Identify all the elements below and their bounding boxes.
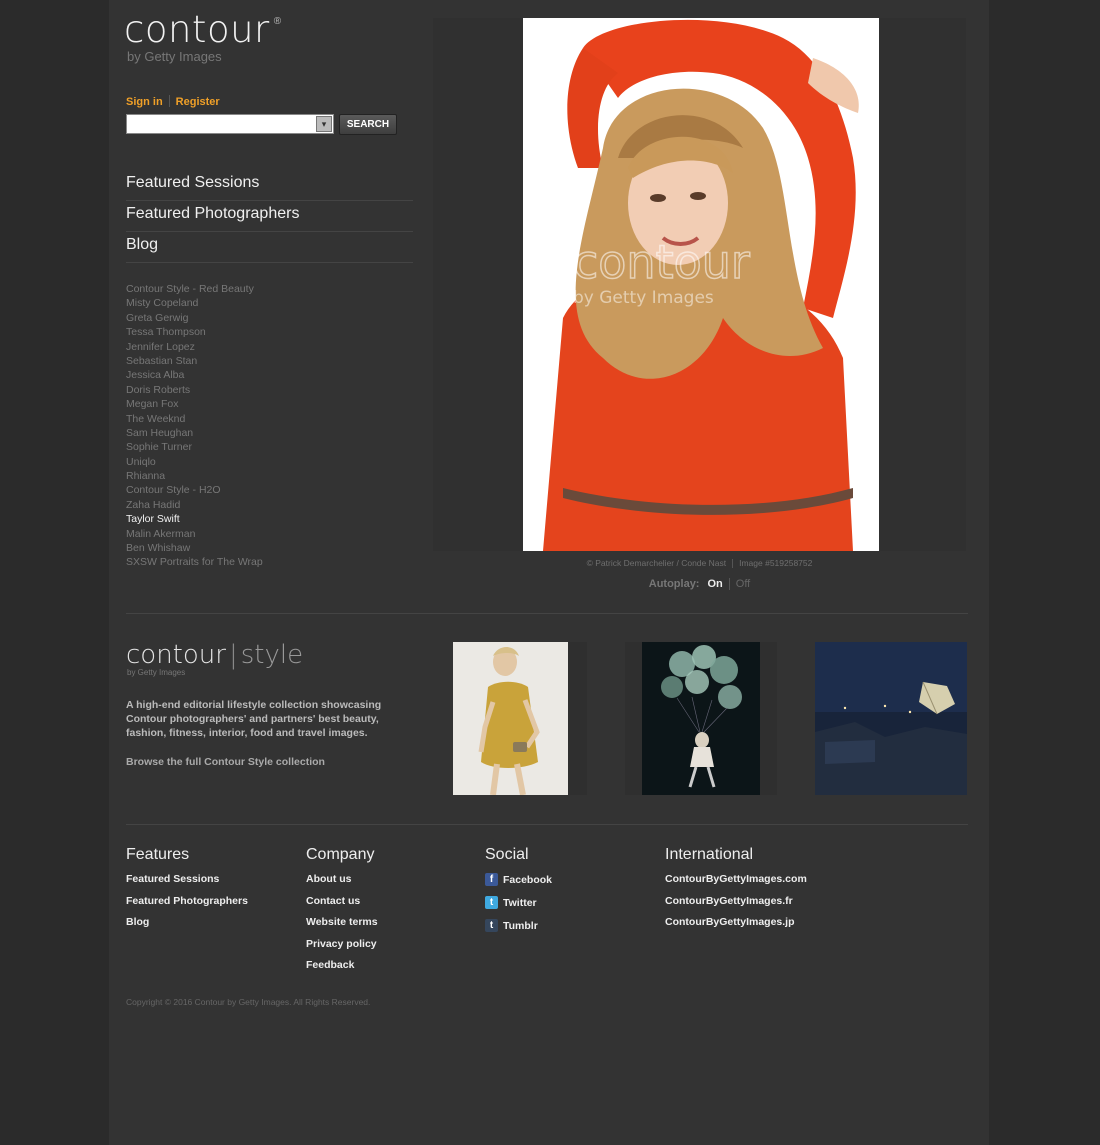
session-list-item[interactable]: Zaha Hadid (126, 498, 263, 512)
contour-style-logo[interactable]: contour | style (126, 640, 303, 670)
session-list-item[interactable]: Contour Style - H2O (126, 483, 263, 497)
tumblr-label: Tumblr (503, 919, 538, 932)
footer-link-terms[interactable]: Website terms (306, 915, 378, 937)
autoplay-off-toggle[interactable]: Off (736, 578, 750, 590)
auth-separator (168, 94, 170, 107)
session-list-item[interactable]: Sebastian Stan (126, 354, 263, 368)
hero-portrait-illustration: contour by Getty Images (523, 18, 879, 551)
hero-watermark-byline: by Getty Images (573, 288, 714, 308)
session-list-item[interactable]: Rhianna (126, 469, 263, 483)
session-list-item[interactable]: Sam Heughan (126, 426, 263, 440)
balloons-thumb-illustration (642, 642, 760, 795)
footer-link-com[interactable]: ContourByGettyImages.com (665, 872, 807, 894)
style-thumb-fashion[interactable] (453, 642, 568, 796)
credit-separator (732, 559, 734, 569)
session-list-item[interactable]: Misty Copeland (126, 296, 263, 310)
session-list-item[interactable]: Malin Akerman (126, 527, 263, 541)
session-list-item[interactable]: Taylor Swift (126, 512, 263, 526)
autoplay-control: Autoplay: On Off (433, 578, 966, 591)
footer-link-facebook[interactable]: f Facebook (485, 868, 552, 891)
tumblr-icon: t (485, 919, 498, 932)
footer-link-blog[interactable]: Blog (126, 915, 248, 937)
chevron-down-icon[interactable]: ▾ (316, 116, 332, 132)
facebook-icon: f (485, 873, 498, 886)
auth-links: Sign in Register (126, 92, 220, 110)
footer-link-featured-photographers[interactable]: Featured Photographers (126, 894, 248, 916)
footer-features: Features Featured Sessions Featured Phot… (126, 846, 248, 937)
footer-link-jp[interactable]: ContourByGettyImages.jp (665, 915, 807, 937)
session-list-item[interactable]: SXSW Portraits for The Wrap (126, 555, 263, 569)
autoplay-on-toggle[interactable]: On (707, 578, 722, 590)
sign-in-link[interactable]: Sign in (126, 96, 163, 108)
style-thumb-balloons[interactable] (642, 642, 760, 795)
twitter-label: Twitter (503, 896, 537, 909)
style-thumb-rooftop[interactable] (815, 642, 967, 795)
footer-social-title: Social (485, 846, 529, 863)
contour-logo[interactable]: contour ® (124, 8, 281, 51)
footer-link-featured-sessions[interactable]: Featured Sessions (126, 872, 248, 894)
footer-link-privacy[interactable]: Privacy policy (306, 937, 378, 959)
session-list-item[interactable]: Doris Roberts (126, 383, 263, 397)
session-list-item[interactable]: Greta Gerwig (126, 311, 263, 325)
footer-social: Social f Facebook t Twitter t Tumblr (485, 846, 552, 937)
nav-blog[interactable]: Blog (126, 232, 413, 263)
style-logo-byline: by Getty Images (127, 668, 186, 677)
footer-international-title: International (665, 846, 754, 863)
logo-word: contour (124, 8, 270, 51)
logo-registered: ® (273, 16, 282, 27)
session-list-item[interactable]: Ben Whishaw (126, 541, 263, 555)
search-button[interactable]: SEARCH (339, 114, 397, 135)
search-input[interactable]: ▾ (126, 114, 334, 134)
footer-link-feedback[interactable]: Feedback (306, 958, 378, 980)
hero-image[interactable]: contour by Getty Images (523, 18, 879, 551)
style-logo-bar: | (228, 640, 238, 670)
session-list-item[interactable]: The Weeknd (126, 412, 263, 426)
image-id: Image #519258752 (739, 558, 813, 568)
session-list: Contour Style - Red Beauty Misty Copeland… (126, 282, 263, 570)
session-list-item[interactable]: Contour Style - Red Beauty (126, 282, 263, 296)
footer-link-twitter[interactable]: t Twitter (485, 891, 552, 914)
footer-link-fr[interactable]: ContourByGettyImages.fr (665, 894, 807, 916)
session-list-item[interactable]: Uniqlo (126, 455, 263, 469)
session-list-item[interactable]: Megan Fox (126, 397, 263, 411)
style-logo-word: contour (126, 640, 226, 670)
style-description: A high-end editorial lifestyle collectio… (126, 699, 382, 739)
rooftop-thumb-illustration (815, 642, 967, 795)
fashion-thumb-illustration (453, 642, 568, 796)
autoplay-label: Autoplay: (648, 578, 700, 590)
section-divider (126, 613, 968, 614)
footer-features-title: Features (126, 846, 190, 863)
footer-divider (126, 824, 968, 825)
footer-link-contact[interactable]: Contact us (306, 894, 378, 916)
browse-style-link[interactable]: Browse the full Contour Style collection (126, 756, 325, 768)
nav-featured-photographers[interactable]: Featured Photographers (126, 201, 413, 232)
copyright-text: Copyright © 2016 Contour by Getty Images… (126, 997, 371, 1007)
autoplay-separator (728, 578, 730, 591)
footer-company: Company About us Contact us Website term… (306, 846, 378, 980)
session-list-item[interactable]: Jessica Alba (126, 368, 263, 382)
facebook-label: Facebook (503, 873, 553, 886)
photo-credit: © Patrick Demarchelier / Conde Nast (586, 558, 727, 568)
image-credit: © Patrick Demarchelier / Conde Nast Image… (433, 558, 966, 569)
footer-link-about[interactable]: About us (306, 872, 378, 894)
hero-watermark: contour (573, 235, 750, 289)
session-list-item[interactable]: Tessa Thompson (126, 325, 263, 339)
twitter-icon: t (485, 896, 498, 909)
footer-international: International ContourByGettyImages.com C… (665, 846, 807, 937)
nav-featured-sessions[interactable]: Featured Sessions (126, 170, 413, 201)
session-list-item[interactable]: Jennifer Lopez (126, 340, 263, 354)
footer-company-title: Company (306, 846, 375, 863)
logo-byline: by Getty Images (127, 49, 222, 64)
register-link[interactable]: Register (176, 96, 220, 108)
footer-link-tumblr[interactable]: t Tumblr (485, 914, 552, 937)
style-logo-style: style (240, 640, 304, 670)
session-list-item[interactable]: Sophie Turner (126, 440, 263, 454)
